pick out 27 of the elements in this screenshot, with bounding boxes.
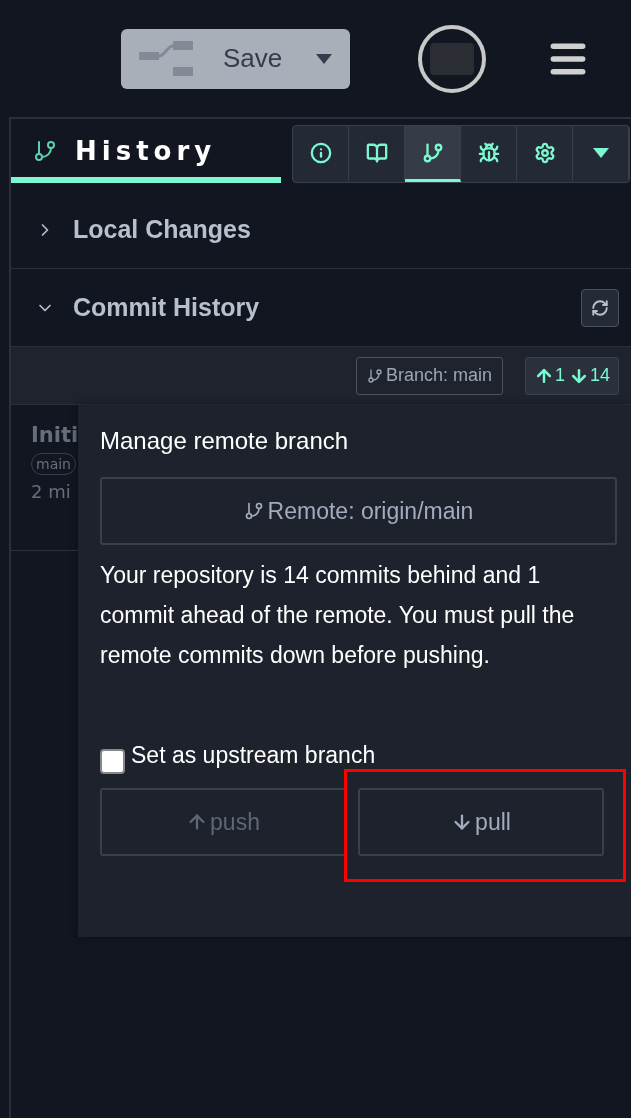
status-message: Your repository is 14 commits behind and 1 commit ahead of the remote. You must pull the remote commits down before pushing. [100, 561, 576, 670]
checkbox-label: Set as upstream branch [131, 742, 376, 769]
sidebar-tab[interactable] [405, 126, 461, 182]
popover-title: Manage remote branch [100, 427, 350, 455]
caret-icon [316, 53, 332, 64]
upstream-checkbox[interactable] [100, 749, 125, 774]
user-avatar[interactable] [418, 24, 486, 93]
bug-icon [477, 141, 500, 164]
caret-icon [592, 147, 609, 158]
refresh-icon [591, 298, 609, 317]
commit-title: Initi [31, 423, 79, 447]
refresh-button[interactable] [581, 288, 619, 327]
book-icon [365, 141, 388, 164]
commit-time: 2 mi [31, 481, 71, 502]
branch-button[interactable]: Branch: main [355, 356, 503, 395]
branch-icon [421, 141, 444, 164]
branch-icon [366, 367, 383, 384]
section-header[interactable]: Local Changes [11, 191, 631, 269]
pull-button[interactable]: pull [358, 788, 604, 856]
branch-icon [243, 501, 264, 521]
flow-icon [139, 40, 195, 77]
history-tab[interactable]: History [11, 125, 281, 183]
sync-status-button[interactable]: 1 14 [524, 356, 619, 395]
remote-button[interactable]: Remote: origin/main [100, 477, 617, 545]
info-icon [309, 141, 332, 164]
branch-icon [33, 139, 57, 163]
settings-icon [533, 141, 556, 164]
